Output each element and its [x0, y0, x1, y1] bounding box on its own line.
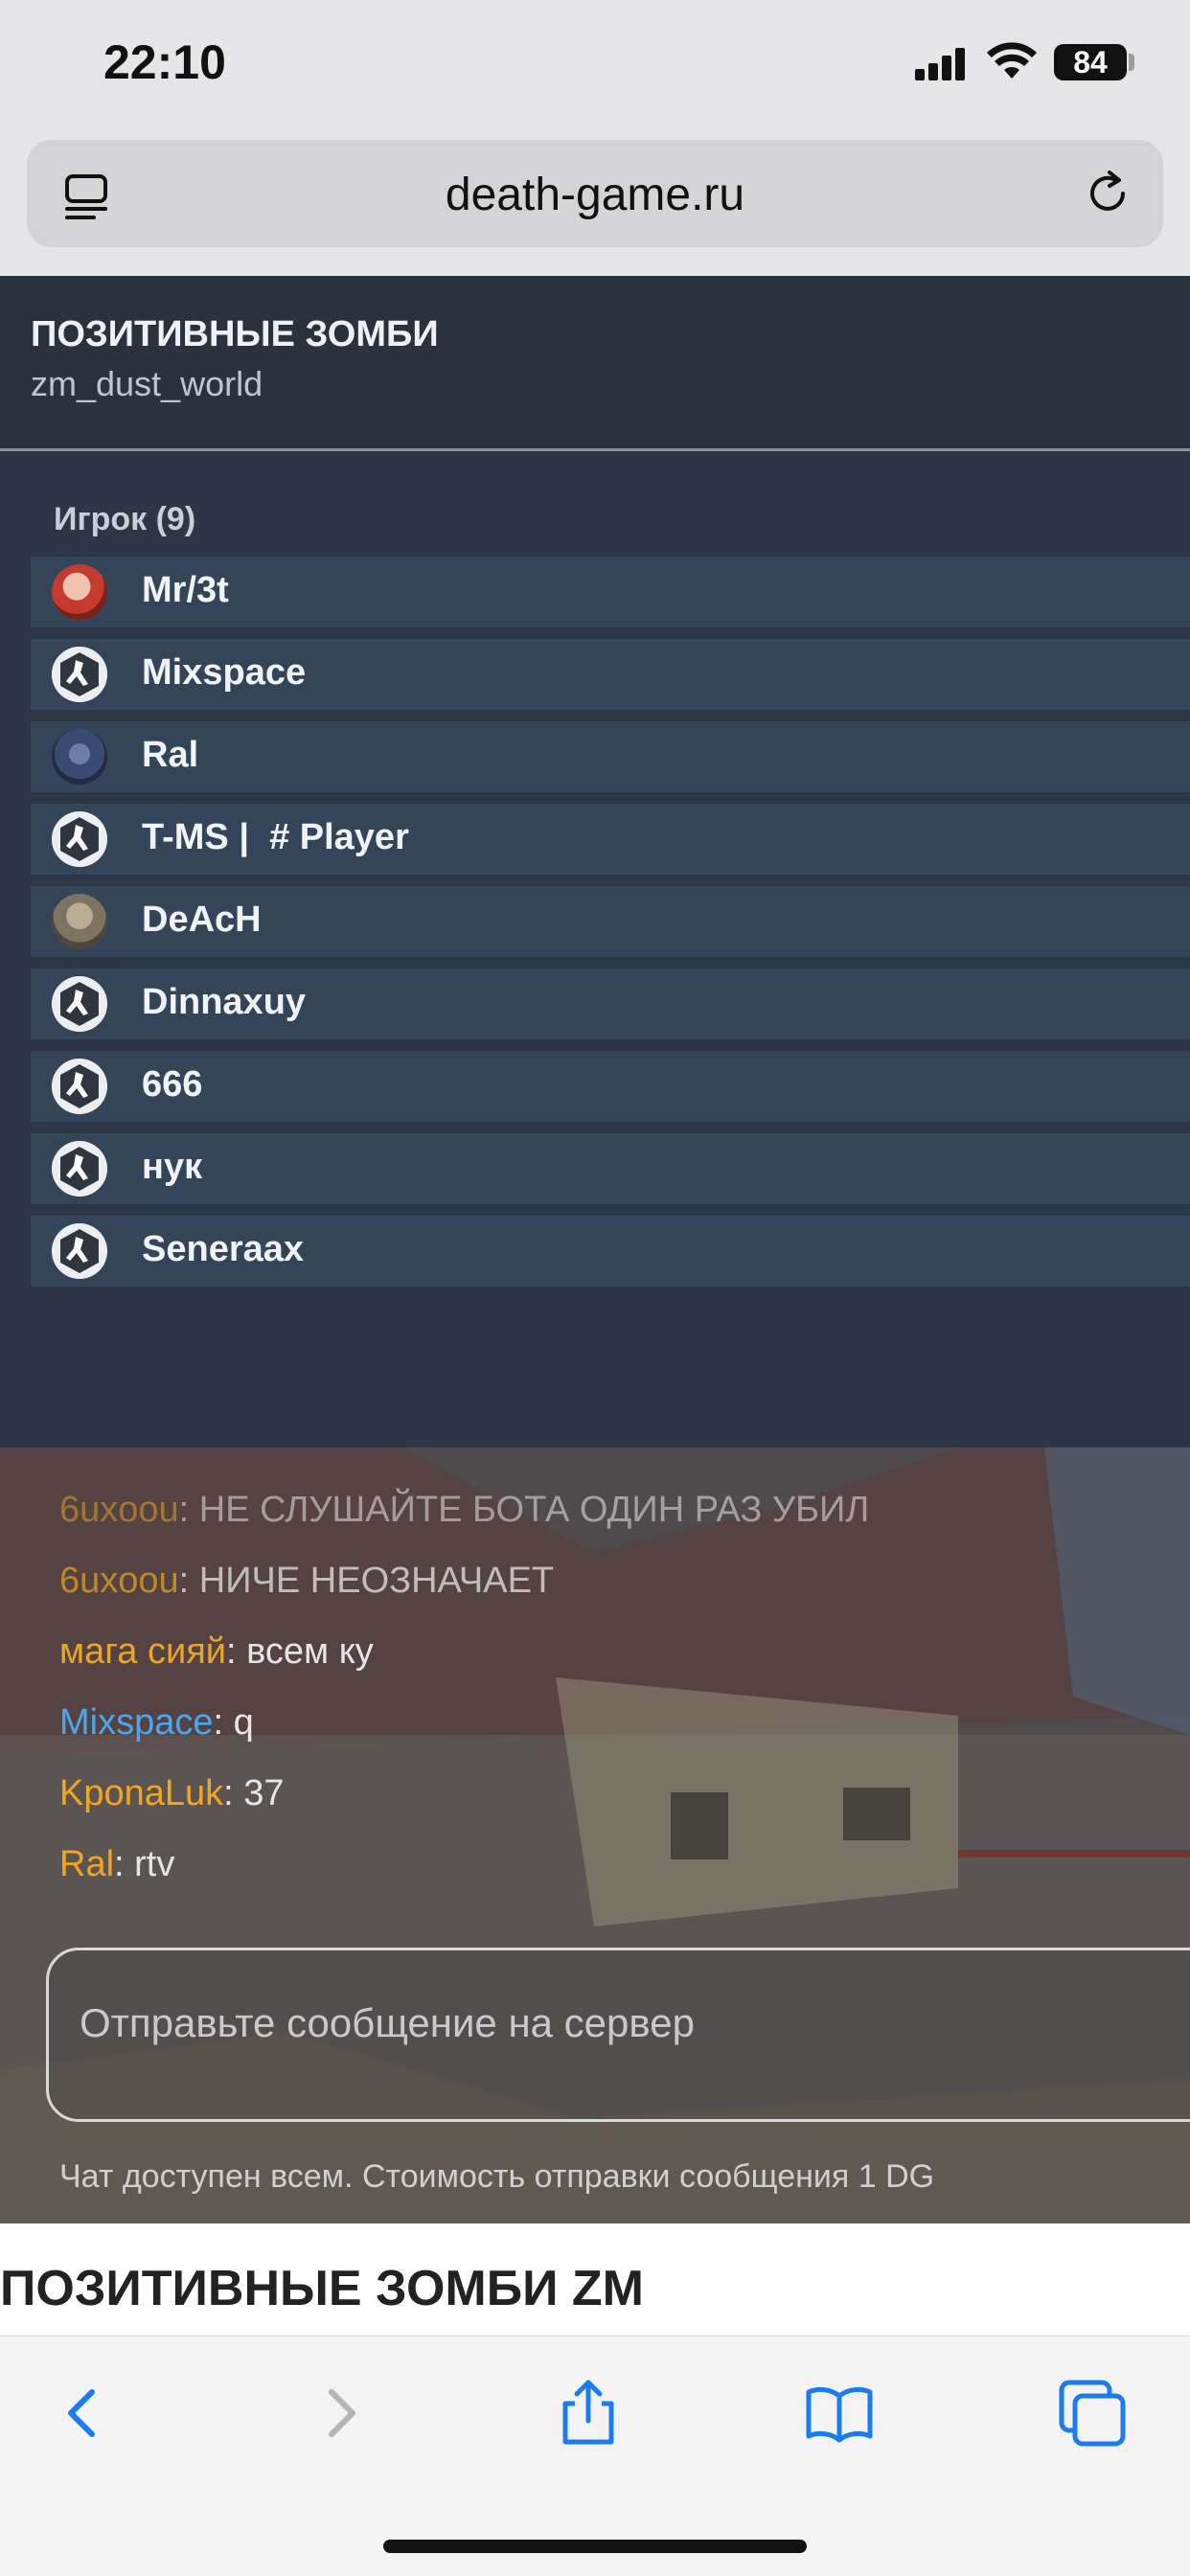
chat-nick[interactable]: Mixspace	[59, 1702, 214, 1743]
chat-text: rtv	[134, 1844, 175, 1884]
player-row[interactable]: DeAcH	[31, 886, 1190, 957]
player-row[interactable]: Ral	[31, 721, 1190, 792]
chat-message: KponaLuk: 37	[59, 1758, 1171, 1829]
browser-toolbar	[0, 2336, 1190, 2576]
browser-bar: death-game.ru	[0, 134, 1190, 276]
chat-input[interactable]: Отправьте сообщение на сервер	[46, 1948, 1190, 2122]
status-time: 22:10	[103, 35, 226, 89]
wifi-icon	[987, 42, 1037, 79]
chat-sep: :	[178, 1490, 199, 1530]
reload-icon[interactable]	[1081, 167, 1134, 220]
player-row[interactable]: T-MS | # Player	[31, 804, 1190, 875]
player-name: Mixspace	[142, 652, 307, 693]
chat-messages: 6uxoou: НЕ СЛУШАЙТЕ БОТА ОДИН РАЗ УБИЛ 6…	[59, 1474, 1171, 1900]
page-section: ПОЗИТИВНЫЕ ЗОМБИ ZM	[0, 2223, 1190, 2338]
player-row[interactable]: нук	[31, 1133, 1190, 1204]
battery-icon: 84	[1054, 44, 1127, 80]
chat-message: 6uxoou: НИЧЕ НЕОЗНАЧАЕТ	[59, 1545, 1171, 1616]
chat-text: НИЧЕ НЕОЗНАЧАЕТ	[198, 1561, 555, 1601]
player-name: Mr/3t	[142, 570, 229, 610]
player-row[interactable]: Dinnaxuy	[31, 969, 1190, 1039]
bookmarks-icon[interactable]	[801, 2375, 878, 2451]
player-list: Mr/3t Mixspace Ral T-MS | # Player DeAcH…	[31, 557, 1190, 1298]
player-name: нук	[142, 1147, 203, 1187]
chat-sep: :	[223, 1773, 244, 1813]
chat-nick[interactable]: 6uxoou	[59, 1490, 179, 1530]
server-header: ПОЗИТИВНЫЕ ЗОМБИ zm_dust_world	[0, 276, 1190, 451]
server-chat: 6uxoou: НЕ СЛУШАЙТЕ БОТА ОДИН РАЗ УБИЛ 6…	[0, 1448, 1190, 2223]
status-bar: 22:10 84	[0, 0, 1190, 134]
player-row[interactable]: Mixspace	[31, 639, 1190, 710]
chat-message: Ral: rtv	[59, 1829, 1171, 1900]
chat-message: мага сияй: всем ку	[59, 1616, 1171, 1687]
photo-avatar	[52, 564, 107, 620]
chat-sep: :	[226, 1631, 247, 1672]
chat-sep: :	[114, 1844, 135, 1884]
player-row[interactable]: Seneraax	[31, 1216, 1190, 1287]
chat-text: НЕ СЛУШАЙТЕ БОТА ОДИН РАЗ УБИЛ	[198, 1490, 870, 1530]
cs-logo-avatar	[52, 976, 107, 1032]
player-name: 666	[142, 1064, 203, 1105]
cs-logo-avatar	[52, 811, 107, 867]
back-icon[interactable]	[44, 2375, 121, 2451]
players-panel: Игрок (9) Mr/3t Mixspace Ral T-MS | # Pl…	[0, 451, 1190, 1448]
player-name: T-MS | # Player	[142, 817, 409, 857]
section-title: ПОЗИТИВНЫЕ ЗОМБИ ZM	[0, 2261, 644, 2316]
chat-nick[interactable]: мага сияй	[59, 1631, 226, 1672]
forward-icon[interactable]	[303, 2375, 379, 2451]
player-name: Dinnaxuy	[142, 982, 307, 1022]
player-name: Seneraax	[142, 1229, 305, 1269]
tabs-icon[interactable]	[1054, 2375, 1131, 2451]
chat-text: 37	[243, 1773, 285, 1813]
address-bar[interactable]: death-game.ru	[27, 140, 1163, 247]
share-icon[interactable]	[550, 2375, 627, 2451]
home-indicator	[383, 2540, 807, 2553]
chat-sep: :	[213, 1702, 234, 1743]
cellular-signal-icon	[915, 48, 969, 80]
cs-logo-avatar	[52, 1059, 107, 1114]
battery-tip	[1129, 54, 1134, 71]
chat-nick[interactable]: Ral	[59, 1844, 114, 1884]
cs-logo-avatar	[52, 647, 107, 702]
chat-message: Mixspace: q	[59, 1687, 1171, 1758]
player-row[interactable]: 666	[31, 1051, 1190, 1122]
server-name: ПОЗИТИВНЫЕ ЗОМБИ	[31, 314, 439, 354]
cs-logo-avatar	[52, 1223, 107, 1279]
chat-nick[interactable]: KponaLuk	[59, 1773, 223, 1813]
chat-nick[interactable]: 6uxoou	[59, 1561, 179, 1601]
server-map: zm_dust_world	[31, 364, 263, 403]
player-name: Ral	[142, 735, 199, 775]
chat-text: q	[233, 1702, 254, 1743]
chat-input-placeholder: Отправьте сообщение на сервер	[80, 2000, 695, 2045]
chat-sep: :	[178, 1561, 199, 1601]
player-row[interactable]: Mr/3t	[31, 557, 1190, 627]
cs-logo-avatar	[52, 1141, 107, 1197]
url-text: death-game.ru	[445, 170, 745, 220]
player-name: DeAcH	[142, 900, 262, 940]
chat-text: всем ку	[246, 1631, 374, 1672]
photo-avatar	[52, 894, 107, 949]
chat-cost-note: Чат доступен всем. Стоимость отправки со…	[59, 2158, 935, 2195]
photo-avatar	[52, 729, 107, 785]
chat-message: 6uxoou: НЕ СЛУШАЙТЕ БОТА ОДИН РАЗ УБИЛ	[59, 1474, 1171, 1545]
players-title: Игрок (9)	[54, 501, 196, 537]
